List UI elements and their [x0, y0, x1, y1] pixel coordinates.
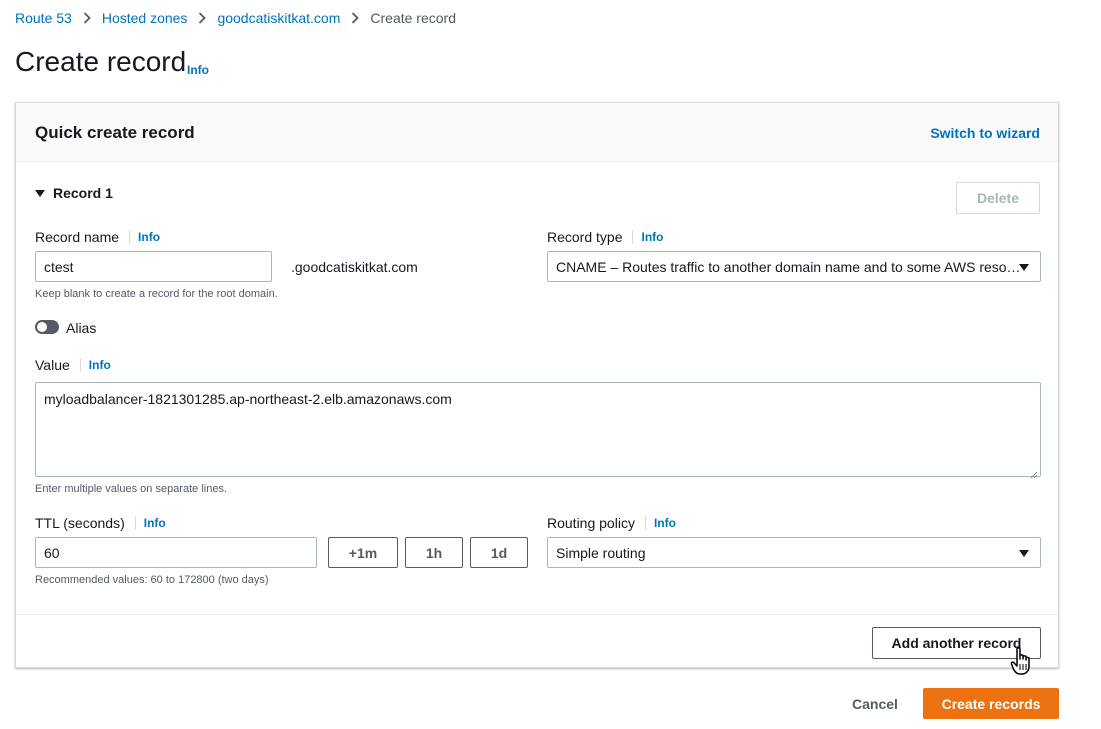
create-records-button[interactable]: Create records: [923, 688, 1059, 719]
caret-down-icon: [1019, 549, 1029, 557]
switch-to-wizard-link[interactable]: Switch to wizard: [930, 125, 1040, 141]
resize-grip-icon[interactable]: [1030, 466, 1038, 479]
label-divider: [129, 230, 131, 244]
routing-policy-label: Routing policy Info: [547, 515, 676, 531]
ttl-value: 60: [44, 544, 60, 561]
cancel-button[interactable]: Cancel: [852, 696, 898, 712]
routing-policy-select[interactable]: Simple routing: [547, 537, 1041, 568]
breadcrumb-hosted-zones[interactable]: Hosted zones: [102, 10, 188, 26]
record-type-select[interactable]: CNAME – Routes traffic to another domain…: [547, 251, 1041, 282]
breadcrumb-current: Create record: [370, 10, 456, 26]
panel-header: Quick create record Switch to wizard: [16, 103, 1058, 162]
routing-policy-info-link[interactable]: Info: [654, 516, 676, 530]
caret-down-icon: [35, 189, 45, 197]
record-name-label-text: Record name: [35, 229, 120, 245]
value-info-link[interactable]: Info: [89, 358, 111, 372]
value-label-text: Value: [35, 357, 70, 373]
caret-down-icon: [1019, 263, 1029, 271]
ttl-info-link[interactable]: Info: [144, 516, 166, 530]
record-type-value: CNAME – Routes traffic to another domain…: [556, 258, 1021, 275]
routing-policy-label-text: Routing policy: [547, 515, 635, 531]
panel-title: Quick create record: [35, 123, 195, 142]
breadcrumb-route53[interactable]: Route 53: [15, 10, 72, 26]
value-textarea[interactable]: myloadbalancer-1821301285.ap-northeast-2…: [35, 382, 1041, 479]
record-type-label-text: Record type: [547, 229, 623, 245]
record-name-label: Record name Info: [35, 229, 160, 245]
ttl-label: TTL (seconds) Info: [35, 515, 166, 531]
chevron-right-icon: [340, 12, 370, 24]
value-hint: Enter multiple values on separate lines.: [35, 483, 227, 495]
ttl-plus-1m-button[interactable]: +1m: [328, 537, 398, 568]
record-type-label: Record type Info: [547, 229, 663, 245]
page-title: Create record: [15, 46, 187, 77]
label-divider: [134, 516, 136, 530]
panel-divider: [16, 614, 1058, 615]
ttl-1h-button[interactable]: 1h: [405, 537, 463, 568]
quick-create-panel: Quick create record Switch to wizard Rec…: [15, 102, 1059, 668]
ttl-hint: Recommended values: 60 to 172800 (two da…: [35, 574, 269, 586]
record-name-input[interactable]: ctest: [35, 251, 272, 282]
record-1-label: Record 1: [53, 185, 113, 201]
record-1-expander[interactable]: Record 1: [35, 185, 113, 201]
toggle-off-icon: [37, 322, 47, 332]
routing-policy-value: Simple routing: [556, 544, 646, 561]
ttl-input[interactable]: 60: [35, 537, 317, 568]
alias-toggle[interactable]: [35, 320, 59, 334]
breadcrumb-zone[interactable]: goodcatiskitkat.com: [217, 10, 340, 26]
ttl-label-text: TTL (seconds): [35, 515, 125, 531]
alias-label: Alias: [66, 320, 97, 336]
record-name-hint: Keep blank to create a record for the ro…: [35, 288, 278, 300]
hand-pointer-icon: [1010, 646, 1036, 676]
domain-suffix: .goodcatiskitkat.com: [291, 259, 418, 275]
record-type-info-link[interactable]: Info: [641, 230, 663, 244]
chevron-right-icon: [72, 12, 102, 24]
label-divider: [79, 358, 81, 372]
value-label: Value Info: [35, 357, 111, 373]
chevron-right-icon: [187, 12, 217, 24]
breadcrumb: Route 53 Hosted zones goodcatiskitkat.co…: [15, 9, 456, 27]
ttl-1d-button[interactable]: 1d: [470, 537, 528, 568]
value-text: myloadbalancer-1821301285.ap-northeast-2…: [44, 391, 452, 407]
record-name-info-link[interactable]: Info: [138, 230, 160, 244]
delete-button[interactable]: Delete: [956, 182, 1040, 214]
label-divider: [632, 230, 634, 244]
record-name-value: ctest: [44, 258, 74, 275]
page-info-link[interactable]: Info: [187, 63, 209, 77]
label-divider: [644, 516, 646, 530]
